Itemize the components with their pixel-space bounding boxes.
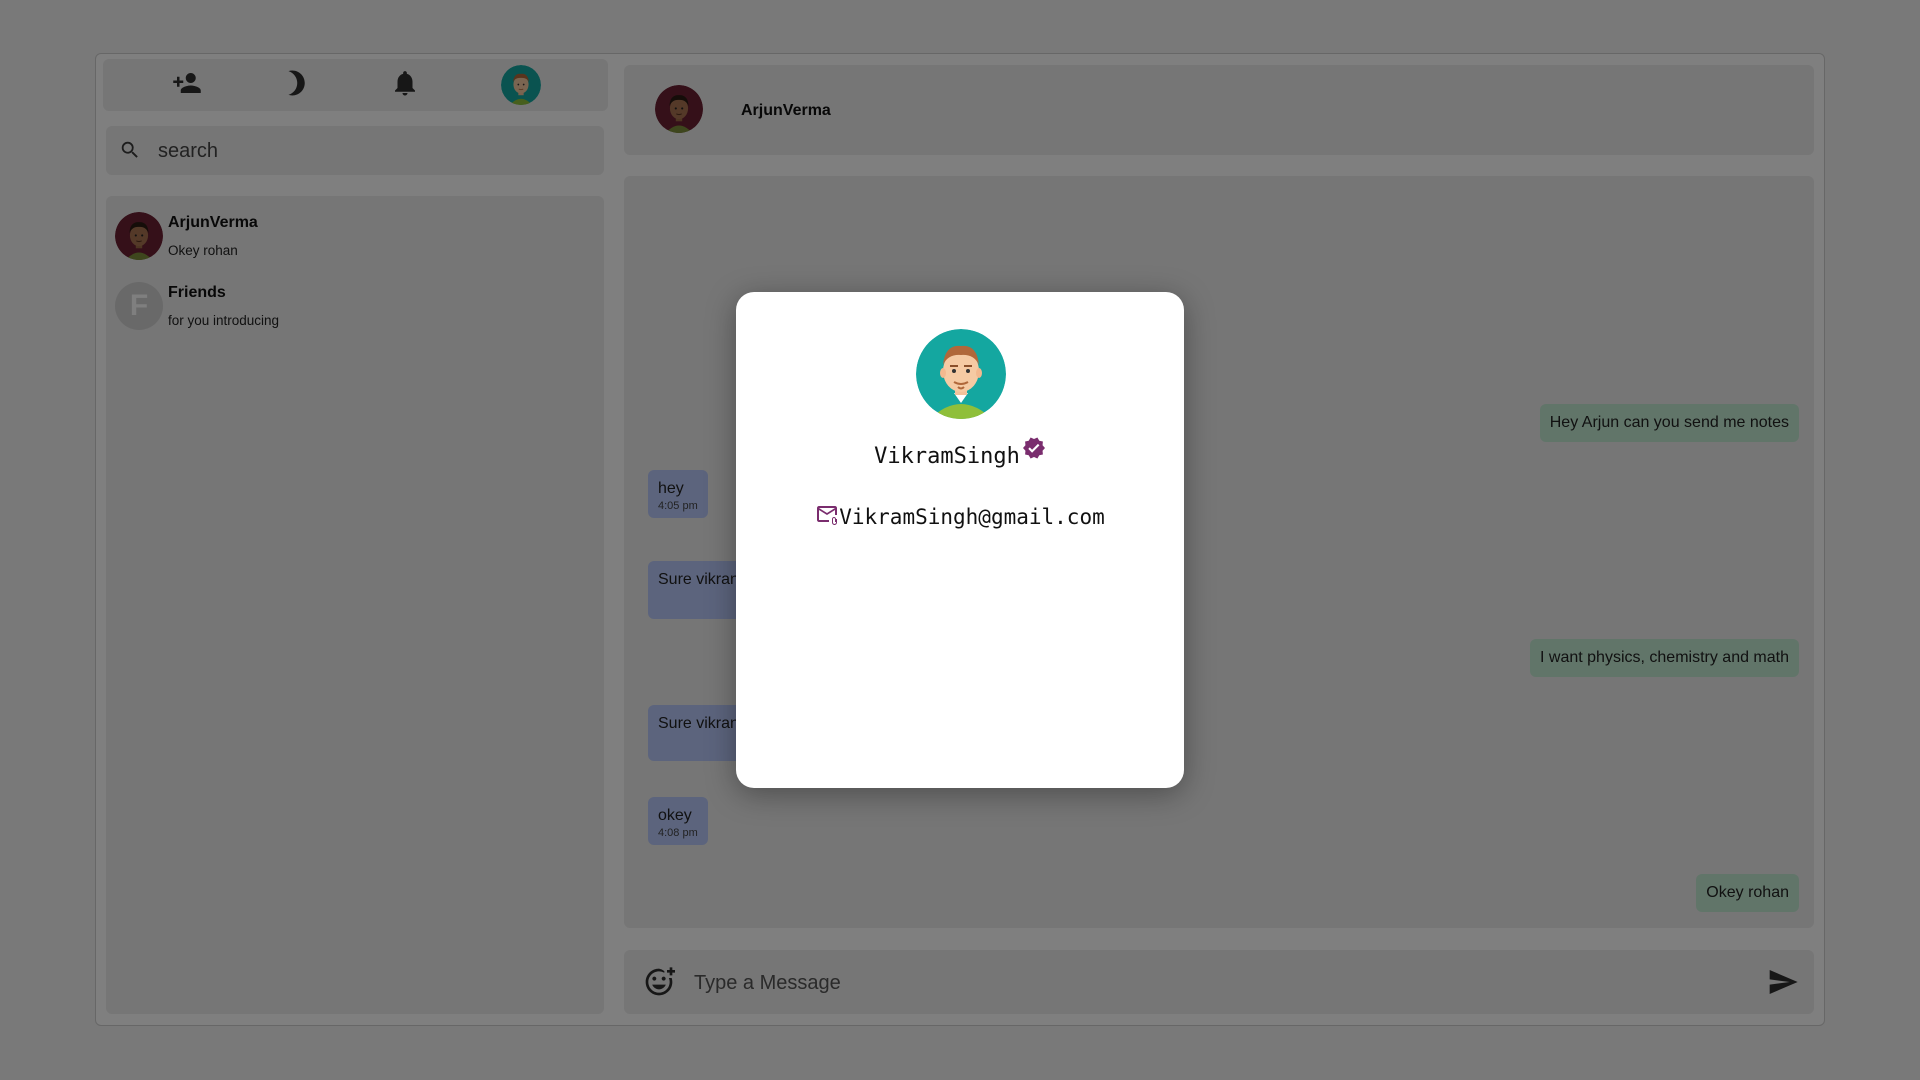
profile-name: VikramSingh [874, 444, 1020, 469]
profile-modal: VikramSingh VikramSingh@gmail.com [736, 292, 1184, 788]
profile-avatar [916, 329, 1006, 419]
profile-email-row: VikramSingh@gmail.com [736, 502, 1184, 529]
profile-name-row: VikramSingh [736, 437, 1184, 469]
verified-badge-icon [1022, 436, 1046, 460]
mail-icon [815, 502, 839, 526]
profile-email: VikramSingh@gmail.com [839, 505, 1105, 529]
